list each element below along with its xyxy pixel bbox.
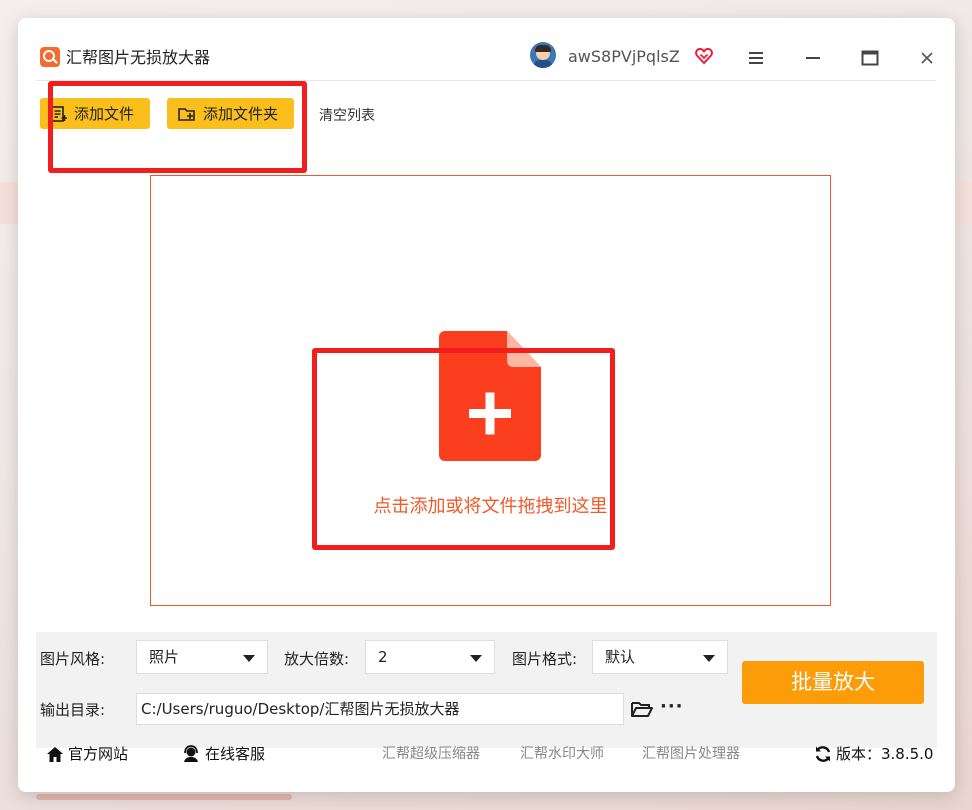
folder-open-icon[interactable] xyxy=(630,699,654,719)
format-label: 图片格式: xyxy=(512,650,578,668)
output-path-input[interactable]: C:/Users/ruguo/Desktop/汇帮图片无损放大器 xyxy=(136,693,624,725)
drop-hint-text: 点击添加或将文件拖拽到这里 xyxy=(373,496,608,517)
maximize-icon xyxy=(861,50,879,66)
format-value: 默认 xyxy=(605,648,636,666)
title-divider xyxy=(36,80,936,81)
online-support-label: 在线客服 xyxy=(205,745,266,763)
style-select[interactable]: 照片 xyxy=(136,640,268,674)
official-website-label: 官方网站 xyxy=(68,745,129,763)
style-label: 图片风格: xyxy=(40,650,106,668)
background-bar xyxy=(36,794,292,800)
image-processor-link[interactable]: 汇帮图片处理器 xyxy=(642,744,740,764)
chevron-down-icon xyxy=(470,655,482,662)
maximize-button[interactable] xyxy=(852,40,888,76)
drop-zone[interactable]: 点击添加或将文件拖拽到这里 xyxy=(150,175,831,606)
refresh-icon xyxy=(815,746,831,762)
app-window: 汇帮图片无损放大器 awS8PVjPqlsZ 添加文件 添加文件夹 清空列表 点… xyxy=(18,18,955,792)
style-value: 照片 xyxy=(149,648,180,666)
close-button[interactable] xyxy=(909,40,945,76)
more-options-button[interactable]: ··· xyxy=(660,696,684,717)
add-file-icon xyxy=(51,105,67,122)
online-support-link[interactable]: 在线客服 xyxy=(181,744,265,764)
batch-enlarge-button[interactable]: 批量放大 xyxy=(742,661,924,704)
add-folder-button[interactable]: 添加文件夹 xyxy=(167,98,294,129)
headset-icon xyxy=(184,745,198,762)
clipped-text-row xyxy=(42,768,862,776)
add-folder-icon xyxy=(178,107,195,121)
close-icon xyxy=(921,52,933,64)
minimize-icon xyxy=(806,57,820,59)
menu-icon xyxy=(749,52,763,64)
app-logo-icon xyxy=(40,47,60,67)
add-file-label: 添加文件 xyxy=(74,105,135,123)
settings-panel: 图片风格: 照片 放大倍数: 2 图片格式: 默认 输出目录: C:/Users… xyxy=(36,632,937,748)
file-plus-icon xyxy=(439,331,541,461)
username[interactable]: awS8PVjPqlsZ xyxy=(568,46,680,68)
title-bar: 汇帮图片无损放大器 awS8PVjPqlsZ xyxy=(18,18,955,80)
avatar-icon[interactable] xyxy=(530,42,556,68)
app-title: 汇帮图片无损放大器 xyxy=(66,48,211,67)
scale-select[interactable]: 2 xyxy=(365,640,495,674)
chevron-down-icon xyxy=(243,655,255,662)
version-label: 版本：3.8.5.0 xyxy=(836,745,934,763)
format-select[interactable]: 默认 xyxy=(592,640,728,674)
menu-button[interactable] xyxy=(738,40,774,76)
add-folder-label: 添加文件夹 xyxy=(203,105,279,123)
footer-bar: 官方网站 在线客服 汇帮超级压缩器 汇帮水印大师 汇帮图片处理器 版本：3.8.… xyxy=(36,740,937,770)
clear-list-button[interactable]: 清空列表 xyxy=(319,105,375,125)
scale-value: 2 xyxy=(378,648,388,666)
chevron-down-icon xyxy=(703,655,715,662)
compressor-link[interactable]: 汇帮超级压缩器 xyxy=(382,744,480,764)
watermark-link[interactable]: 汇帮水印大师 xyxy=(520,744,604,764)
official-website-link[interactable]: 官方网站 xyxy=(46,744,128,764)
version-info[interactable]: 版本：3.8.5.0 xyxy=(814,744,933,764)
vip-heart-icon[interactable] xyxy=(695,47,713,65)
add-file-button[interactable]: 添加文件 xyxy=(40,98,150,129)
scale-label: 放大倍数: xyxy=(284,650,350,668)
output-label: 输出目录: xyxy=(40,701,106,719)
minimize-button[interactable] xyxy=(795,40,831,76)
home-icon xyxy=(47,746,63,762)
